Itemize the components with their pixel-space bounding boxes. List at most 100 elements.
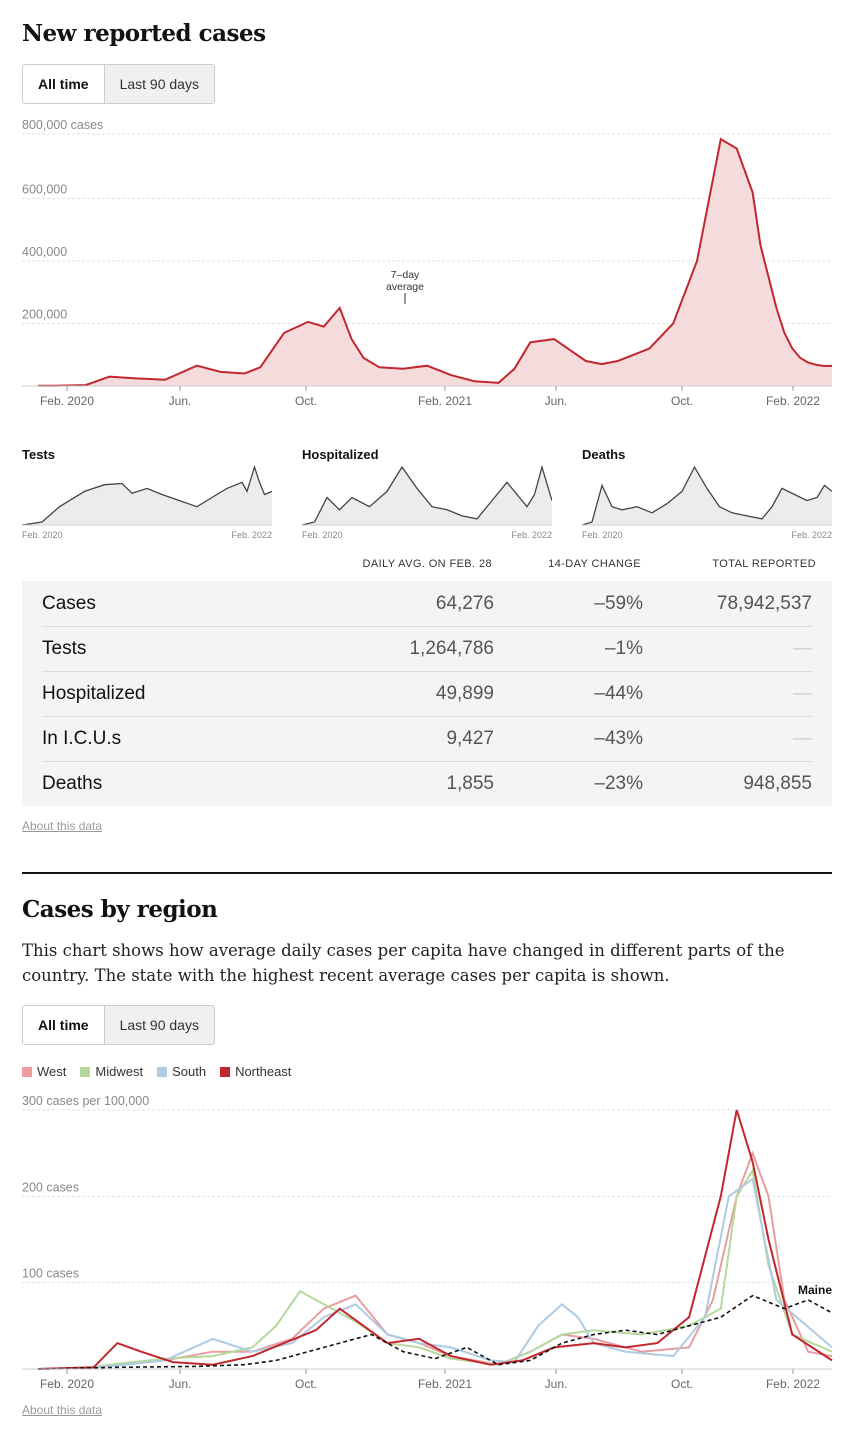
x-tick-label: Feb. 2021 [418, 1377, 472, 1391]
y-tick-label: 400,000 [22, 245, 67, 259]
y-tick-label: 200,000 [22, 308, 67, 322]
legend-label: West [37, 1064, 67, 1079]
main-cases-chart: 800,000 cases 600,000 400,000 200,000 Feb. … [22, 118, 833, 408]
sparkline-area [582, 467, 832, 525]
legend-swatch [157, 1066, 168, 1077]
x-axis-ticks: Feb. 2020 Jun. Oct. Feb. 2021 Jun. Oct. Feb. 2… [40, 1369, 820, 1391]
table-row: Tests 1,264,786 –1% — [42, 626, 812, 672]
stats-table: Cases 64,276 –59% 78,942,537 Tests 1,264… [22, 581, 832, 806]
about-data-link[interactable]: About this data [22, 1403, 102, 1417]
region-chart: 300 cases per 100,000200 cases100 cases … [22, 1095, 833, 1391]
change-value: –59% [594, 592, 643, 614]
x-tick-label: Oct. [295, 394, 317, 408]
about-data-link[interactable]: About this data [22, 819, 102, 833]
table-row: Hospitalized 49,899 –44% — [42, 671, 812, 717]
sparkline-start-label: Feb. 2020 [582, 530, 623, 540]
table-row: Cases 64,276 –59% 78,942,537 [42, 581, 812, 627]
header-daily-avg: DAILY AVG. ON FEB. 28 [362, 558, 492, 570]
legend-label: Midwest [95, 1064, 144, 1079]
seven-day-annotation-line1: 7–day [391, 269, 420, 281]
last-90-days-button[interactable]: Last 90 days [103, 1006, 214, 1044]
y-tick-label: 300 cases per 100,000 [22, 1095, 149, 1108]
x-tick-label: Oct. [671, 1377, 693, 1391]
series-line-maine [37, 1294, 833, 1370]
sparkline-end-label: Feb. 2022 [511, 530, 552, 540]
deaths-sparkline: Feb. 2020 Feb. 2022 [582, 465, 832, 540]
total-value: — [793, 682, 812, 704]
y-axis-labels: 300 cases per 100,000 200 cases 100 cases [22, 1095, 149, 1281]
region-description: This chart shows how average daily cases… [22, 941, 785, 985]
row-label: Hospitalized [42, 682, 146, 704]
last-90-days-button[interactable]: Last 90 days [103, 65, 214, 103]
total-value: 948,855 [743, 772, 812, 794]
legend-label: Northeast [235, 1064, 292, 1079]
hospitalized-title: Hospitalized [302, 447, 379, 462]
all-time-button[interactable]: All time [23, 65, 104, 103]
region-legend: West Midwest South Northeast [22, 1064, 291, 1079]
series-line-northeast [37, 1109, 833, 1370]
total-value: — [793, 637, 812, 659]
tests-title: Tests [22, 447, 55, 462]
total-value: 78,942,537 [716, 592, 812, 614]
legend-item-midwest: Midwest [80, 1064, 143, 1079]
legend-swatch [80, 1066, 91, 1077]
seven-day-annotation-line2: average [386, 281, 424, 293]
x-tick-label: Feb. 2021 [418, 394, 472, 408]
x-tick-label: Oct. [671, 394, 693, 408]
sparkline-end-label: Feb. 2022 [231, 530, 272, 540]
deaths-title: Deaths [582, 447, 626, 462]
table-row: Deaths 1,855 –23% 948,855 [42, 761, 812, 806]
maine-annotation: Maine [798, 1283, 832, 1297]
x-tick-label: Jun. [169, 1377, 192, 1391]
x-tick-label: Jun. [545, 394, 568, 408]
series-line-west [37, 1150, 833, 1370]
y-tick-label: 200 cases [22, 1180, 79, 1194]
section-divider [22, 872, 832, 874]
tests-sparkline: Feb. 2020 Feb. 2022 [22, 464, 272, 540]
row-label: Deaths [42, 772, 103, 794]
series-line-south [37, 1177, 833, 1370]
region-lines [37, 1109, 833, 1370]
hospitalized-sparkline: Feb. 2020 Feb. 2022 [302, 464, 552, 540]
y-axis-labels: 800,000 cases 600,000 400,000 200,000 [22, 118, 103, 322]
x-tick-label: Jun. [545, 1377, 568, 1391]
daily-avg-value: 9,427 [446, 727, 494, 749]
row-label: Cases [42, 592, 96, 614]
legend-swatch [22, 1066, 32, 1077]
change-value: –23% [594, 772, 643, 794]
legend-swatch [220, 1066, 231, 1077]
sparkline-area [302, 467, 552, 525]
change-value: –43% [594, 727, 643, 749]
x-tick-label: Jun. [169, 394, 192, 408]
sparkline-end-label: Feb. 2022 [791, 530, 832, 540]
section-title-region: Cases by region [22, 896, 218, 923]
x-tick-label: Oct. [295, 1377, 317, 1391]
header-total-reported: TOTAL REPORTED [712, 558, 816, 570]
y-tick-label: 800,000 cases [22, 118, 103, 132]
x-axis-ticks: Feb. 2020 Jun. Oct. Feb. 2021 Jun. Oct. Feb. 2… [40, 386, 820, 408]
section-title-cases: New reported cases [22, 20, 266, 47]
time-range-toggle: All time Last 90 days [22, 64, 215, 104]
sparkline-start-label: Feb. 2020 [22, 530, 63, 540]
y-gridlines [22, 1109, 832, 1284]
daily-avg-value: 64,276 [435, 592, 494, 614]
change-value: –1% [604, 637, 643, 659]
x-tick-label: Feb. 2022 [766, 394, 820, 408]
y-tick-label: 100 cases [22, 1267, 79, 1281]
x-tick-label: Feb. 2020 [40, 394, 94, 408]
total-value: — [793, 727, 812, 749]
x-tick-label: Feb. 2022 [766, 1377, 820, 1391]
x-tick-label: Feb. 2020 [40, 1377, 94, 1391]
legend-label: South [172, 1064, 207, 1079]
legend-item-south: South [157, 1064, 206, 1079]
daily-avg-value: 49,899 [435, 682, 494, 704]
daily-avg-value: 1,855 [446, 772, 494, 794]
series-line-midwest [37, 1167, 833, 1370]
table-row: In I.C.U.s 9,427 –43% — [42, 716, 812, 762]
legend-item-northeast: Northeast [220, 1064, 291, 1079]
all-time-button[interactable]: All time [23, 1006, 104, 1044]
row-label: In I.C.U.s [42, 727, 122, 749]
region-time-range-toggle: All time Last 90 days [22, 1005, 215, 1045]
y-tick-label: 600,000 [22, 183, 67, 197]
row-label: Tests [42, 637, 87, 659]
